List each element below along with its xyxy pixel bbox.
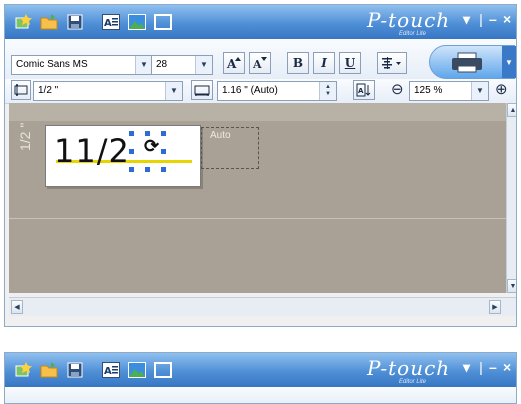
svg-text:A: A — [358, 87, 364, 95]
open-folder-icon[interactable] — [39, 12, 59, 32]
label-text: 11/2 — [54, 132, 130, 170]
close-button[interactable]: × — [503, 11, 511, 27]
auto-label: Auto — [210, 130, 231, 141]
tape-toolbar: 1/2 " ▼ 1.16 " (Auto) ▲ ▼ A ⊖ 125 % ▼ ⊕ — [5, 79, 516, 104]
tape-width-icon — [11, 80, 31, 100]
selection-handle[interactable] — [128, 148, 135, 155]
increase-font-button[interactable]: A — [223, 52, 245, 74]
tape-width-value: 1/2 " — [38, 85, 59, 96]
selection-handle[interactable] — [160, 148, 167, 155]
scroll-down-button[interactable]: ▼ — [507, 279, 516, 293]
font-toolbar — [5, 387, 516, 403]
font-select[interactable]: Comic Sans MS ▼ — [11, 55, 153, 75]
zoom-in-button[interactable]: ⊕ — [495, 82, 508, 98]
selection-handle[interactable] — [160, 166, 167, 173]
label-preview[interactable]: 11/2 ⟳ — [45, 125, 201, 187]
new-label-icon[interactable] — [13, 12, 33, 32]
window-separator: | — [479, 11, 483, 27]
scroll-right-button[interactable]: ▶ — [489, 300, 501, 314]
save-icon[interactable] — [65, 360, 85, 380]
minimize-button[interactable]: – — [489, 11, 497, 27]
scroll-left-button[interactable]: ◀ — [11, 300, 23, 314]
chevron-down-icon: ▼ — [165, 82, 182, 100]
chevron-down-icon: ▼ — [195, 56, 212, 74]
italic-button[interactable]: I — [313, 52, 335, 74]
svg-text:A: A — [104, 18, 112, 29]
p-touch-editor-window-2: A P-touch Editor Lite ▾ | – × — [4, 352, 517, 404]
svg-text:A: A — [104, 366, 112, 377]
tape-width-select[interactable]: 1/2 " ▼ — [33, 81, 183, 101]
font-toolbar: Comic Sans MS ▼ 28 ▼ A A B I U ▼ — [5, 39, 516, 80]
brand-logo: P-touch — [367, 356, 451, 380]
image-icon[interactable] — [127, 360, 147, 380]
close-button[interactable]: × — [503, 359, 511, 375]
image-icon[interactable] — [127, 12, 147, 32]
svg-text:A: A — [226, 57, 237, 70]
zoom-value: 125 % — [414, 85, 443, 96]
menu-dropdown-button[interactable]: ▾ — [463, 359, 470, 376]
chevron-down-icon: ▼ — [135, 56, 152, 74]
length-value: 1.16 " (Auto) — [222, 85, 278, 96]
print-button[interactable]: ▼ — [429, 45, 516, 79]
tape-length-icon — [191, 80, 213, 100]
length-input[interactable]: 1.16 " (Auto) ▲ ▼ — [217, 81, 337, 101]
text-icon[interactable]: A — [101, 360, 121, 380]
auto-length-button[interactable]: A — [353, 80, 375, 100]
align-dropdown-button[interactable] — [377, 52, 407, 74]
text-icon[interactable]: A — [101, 12, 121, 32]
menu-dropdown-button[interactable]: ▾ — [463, 11, 470, 28]
svg-text:A: A — [252, 58, 262, 70]
label-canvas[interactable]: 1/2 " 11/2 ⟳ Auto — [9, 103, 506, 293]
brand-subtitle: Editor Lite — [399, 379, 427, 385]
brand-subtitle: Editor Lite — [399, 31, 427, 37]
title-bar: A P-touch Editor Lite ▾ | – × — [5, 353, 516, 387]
vertical-scrollbar[interactable]: ▲ ▼ — [506, 103, 516, 293]
p-touch-editor-window: A P-touch Editor Lite ▾ | – × Comic Sans… — [4, 4, 517, 327]
selection-handle[interactable] — [128, 166, 135, 173]
decrease-font-button[interactable]: A — [249, 52, 271, 74]
horizontal-scrollbar[interactable]: ◀ ▶ — [9, 297, 516, 316]
selection-handle[interactable] — [144, 166, 151, 173]
canvas-top-band — [9, 103, 506, 121]
save-icon[interactable] — [65, 12, 85, 32]
chevron-down-icon: ▼ — [471, 82, 488, 100]
new-label-icon[interactable] — [13, 360, 33, 380]
tape-guide-line — [9, 218, 506, 219]
brand-logo: P-touch — [367, 8, 451, 32]
frame-icon[interactable] — [153, 360, 173, 380]
auto-length-frame: Auto — [201, 127, 259, 169]
font-size-value: 28 — [156, 59, 168, 70]
bold-button[interactable]: B — [287, 52, 309, 74]
zoom-select[interactable]: 125 % ▼ — [409, 81, 489, 101]
font-value: Comic Sans MS — [16, 59, 88, 70]
selection-handle[interactable] — [144, 130, 151, 137]
selection-handle[interactable] — [160, 130, 167, 137]
font-size-select[interactable]: 28 ▼ — [151, 55, 213, 75]
minimize-button[interactable]: – — [489, 359, 497, 375]
print-options-chevron-icon[interactable]: ▼ — [502, 46, 516, 78]
tape-width-label: 1/2 " — [17, 122, 33, 151]
window-separator: | — [479, 359, 483, 375]
open-folder-icon[interactable] — [39, 360, 59, 380]
title-bar: A P-touch Editor Lite ▾ | – × — [5, 5, 516, 39]
scroll-up-button[interactable]: ▲ — [507, 103, 516, 117]
length-spinner-icon[interactable]: ▲ ▼ — [319, 82, 336, 100]
underline-button[interactable]: U — [339, 52, 361, 74]
zoom-out-button[interactable]: ⊖ — [391, 82, 404, 98]
frame-icon[interactable] — [153, 12, 173, 32]
selection-handle[interactable] — [128, 130, 135, 137]
rotate-cursor-icon: ⟳ — [144, 136, 160, 157]
printer-icon — [452, 52, 482, 73]
